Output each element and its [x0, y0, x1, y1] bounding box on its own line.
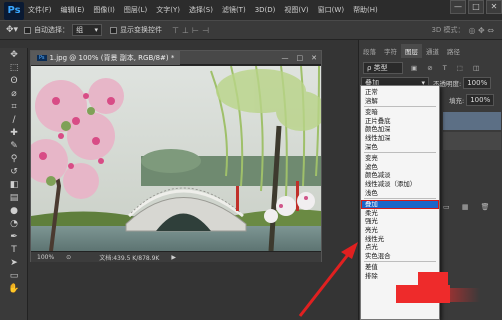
photoshop-window: Ps 文件(F) 编辑(E) 图像(I) 图层(L) 文字(Y) 选择(S) 滤…	[0, 0, 502, 320]
annotation-arrow-icon	[298, 242, 358, 317]
